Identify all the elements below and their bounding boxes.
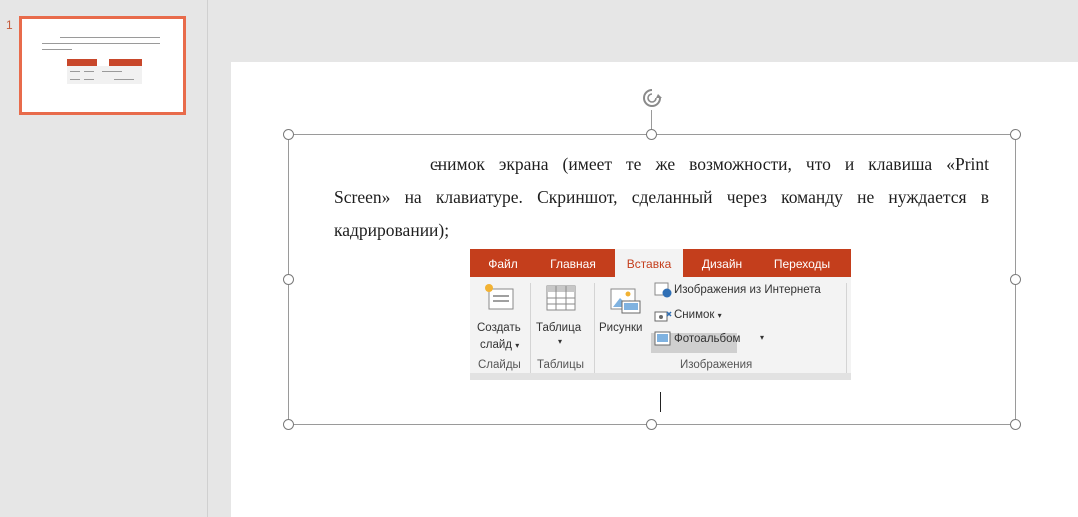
thumb-ribbon-cell: [70, 71, 80, 73]
screenshot-label: Снимок ▾: [674, 309, 722, 321]
resize-handle-top[interactable]: [646, 129, 657, 140]
group-label-images: Изображения: [680, 359, 753, 371]
text-line-1: -снимок экрана (имеет те же возможности,…: [334, 148, 989, 181]
pictures-icon: [610, 288, 641, 314]
photo-album-label: Фотоальбом: [674, 333, 741, 345]
ribbon-body: Создать слайд ▾ Таблица ▾ Рисунки Изобра…: [470, 277, 851, 380]
table-label: Таблица: [536, 322, 582, 334]
resize-handle-right[interactable]: [1010, 274, 1021, 285]
group-separator: [594, 283, 595, 373]
screenshot-label-text: Снимок: [674, 309, 715, 321]
thumb-ribbon-cell: [84, 79, 94, 81]
thumb-text-line: [42, 49, 72, 51]
resize-handle-top-right[interactable]: [1010, 129, 1021, 140]
text-line-1-content: снимок экрана (имеет те же возможности, …: [430, 154, 989, 174]
ribbon-bottom-strip: [470, 373, 851, 380]
create-slide-label-2-text: слайд: [480, 339, 512, 351]
dropdown-arrow-icon: ▾: [515, 341, 520, 350]
list-dash: -: [434, 154, 440, 174]
online-pictures-label: Изображения из Интернета: [674, 284, 821, 296]
group-label-tables: Таблицы: [537, 359, 584, 371]
slide-thumbnail-1[interactable]: [19, 16, 186, 115]
dropdown-arrow-icon: ▾: [760, 333, 765, 342]
photo-album-icon: [654, 331, 671, 346]
group-separator: [530, 283, 531, 373]
thumb-ribbon-body: [67, 66, 142, 84]
resize-handle-top-left[interactable]: [283, 129, 294, 140]
slide-thumbnail-pane: 1: [0, 0, 208, 517]
tab-design: Дизайн: [701, 257, 743, 271]
text-line-2: Screen» на клавиатуре. Скриншот, сделанн…: [334, 187, 989, 207]
slide-text-body[interactable]: -снимок экрана (имеет те же возможности,…: [334, 148, 989, 247]
resize-handle-bottom-right[interactable]: [1010, 419, 1021, 430]
rotate-icon[interactable]: [640, 86, 664, 110]
tab-home: Главная: [550, 257, 596, 271]
tab-file: Файл: [488, 257, 518, 271]
text-cursor: [660, 392, 661, 412]
create-slide-label: Создать: [477, 322, 521, 334]
thumb-ribbon-cell: [114, 79, 134, 81]
pictures-label: Рисунки: [599, 322, 643, 334]
slide-number: 1: [6, 18, 13, 32]
new-slide-icon: [485, 284, 514, 310]
table-icon: [546, 285, 576, 311]
resize-handle-left[interactable]: [283, 274, 294, 285]
thumb-text-line: [42, 43, 160, 45]
thumb-ribbon-cell: [102, 71, 122, 73]
online-pictures-icon: [654, 282, 672, 298]
group-label-slides: Слайды: [478, 359, 521, 371]
resize-handle-bottom-left[interactable]: [283, 419, 294, 430]
group-separator: [846, 283, 847, 373]
ribbon-tab-bar: Файл Главная Вставка Дизайн Переходы: [470, 249, 851, 277]
thumb-ribbon-tab: [97, 59, 109, 66]
thumb-ribbon-cell: [70, 79, 80, 81]
create-slide-label-2: слайд ▾: [480, 339, 519, 351]
tab-insert: Вставка: [615, 249, 683, 277]
resize-handle-bottom[interactable]: [646, 419, 657, 430]
dropdown-arrow-icon: ▾: [558, 337, 563, 346]
text-line-3: кадрировании);: [334, 220, 450, 240]
tab-transitions: Переходы: [773, 257, 831, 271]
thumb-ribbon-cell: [84, 71, 94, 73]
screenshot-icon: [654, 311, 672, 322]
thumb-text-line: [60, 37, 160, 39]
ribbon-screenshot-image[interactable]: Файл Главная Вставка Дизайн Переходы Соз…: [470, 249, 851, 380]
dropdown-arrow-icon: ▾: [717, 311, 722, 320]
